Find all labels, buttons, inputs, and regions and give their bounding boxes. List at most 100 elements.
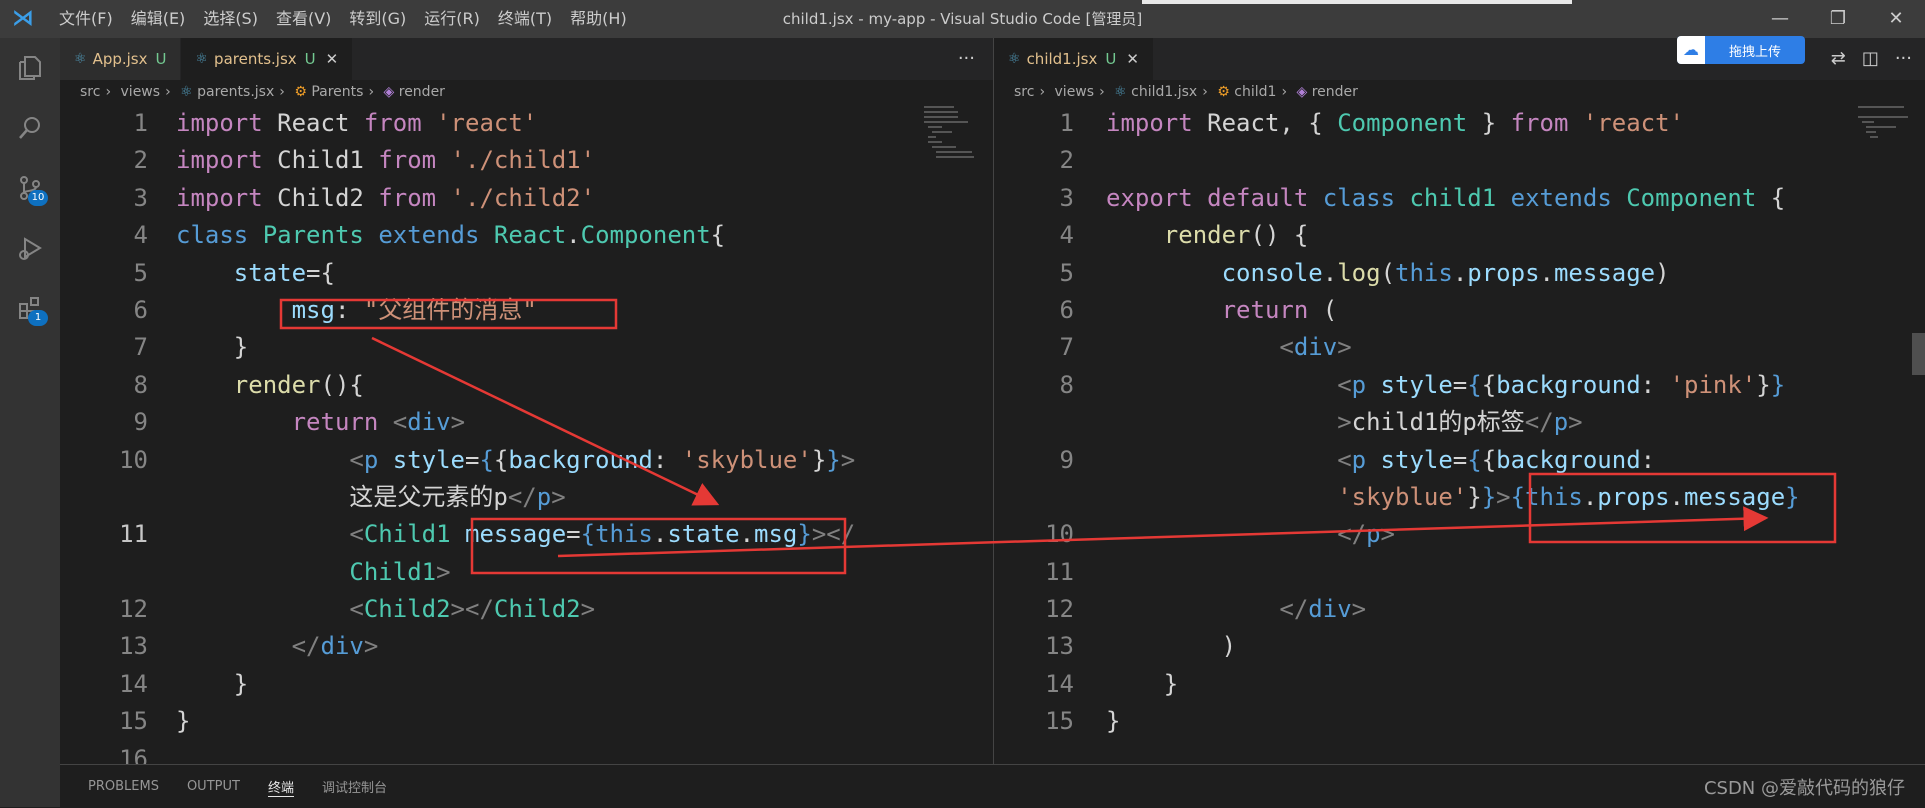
code-text: } [176,669,249,698]
code-line: 12 <Child2></Child2> [60,591,993,628]
open-changes-icon[interactable]: ⇄ [1831,38,1846,80]
extensions-icon[interactable]: 1 [0,278,60,338]
code-line: 1 import React from 'react' [60,105,993,142]
tab-label: App.jsx [92,50,148,68]
panel-tab-bar: PROBLEMS OUTPUT 终端 调试控制台 [60,764,1925,808]
upload-button[interactable]: ☁ 拖拽上传 [1677,36,1805,64]
code-line: 4 class Parents extends React.Component{ [60,217,993,254]
breadcrumb-item[interactable]: src [1014,84,1034,100]
menu-selection[interactable]: 选择(S) [194,0,267,38]
code-line: 14 } [60,666,993,703]
tab-output[interactable]: OUTPUT [187,779,240,794]
code-line: 7 } [60,329,993,366]
breadcrumb-item[interactable]: views [1055,84,1095,100]
minimap[interactable] [1856,104,1912,164]
line-number: 6 [133,295,148,324]
code-text: } [1106,669,1179,698]
close-icon[interactable]: ✕ [326,50,339,68]
run-debug-icon[interactable] [0,218,60,278]
code-text: </p> [1337,520,1395,549]
code-line: 6 msg: "父组件的消息" [60,292,993,329]
code-line: 5 console.log(this.props.message) [994,255,1925,292]
code-text: </div> [1279,595,1367,624]
right-code-editor[interactable]: 1 import React, { Component } from 'react… [994,105,1925,741]
split-editor-icon[interactable]: ◫ [1862,38,1879,80]
menu-go[interactable]: 转到(G) [340,0,415,38]
breadcrumb-item[interactable]: views [121,84,161,100]
code-text: console.log(this.props.message) [1221,258,1670,287]
react-file-icon: ⚛ [74,51,87,67]
code-line: 2 import Child1 from './child1' [60,142,993,179]
window-controls: — ❐ ✕ [1751,0,1925,38]
menu-file[interactable]: 文件(F) [50,0,122,38]
menu-view[interactable]: 查看(V) [267,0,340,38]
tab-status: U [155,50,167,68]
code-text: 'skyblue'}}>{this.props.message} [1337,482,1800,511]
tab-child1-jsx[interactable]: ⚛ child1.jsx U ✕ [994,38,1154,80]
line-number: 14 [119,669,148,698]
line-number: 8 [133,370,148,399]
code-text: return <div> [291,408,466,437]
breadcrumb-item[interactable]: Parents [311,84,363,100]
menu-help[interactable]: 帮助(H) [561,0,636,38]
line-number: 16 [119,744,148,764]
tab-app-jsx[interactable]: ⚛ App.jsx U [60,38,182,80]
more-actions-icon[interactable]: ··· [958,38,975,80]
line-number: 15 [119,707,148,736]
title-bar: ⋊ 文件(F) 编辑(E) 选择(S) 查看(V) 转到(G) 运行(R) 终端… [0,0,1925,38]
line-number: 14 [1045,669,1074,698]
tab-debug-console[interactable]: 调试控制台 [322,777,387,796]
code-line: 16 [60,741,993,764]
class-icon: ⚙ [294,84,307,100]
search-icon[interactable] [0,98,60,158]
breadcrumb-item[interactable]: parents.jsx [197,84,274,100]
line-number: 13 [1045,632,1074,661]
line-number: 12 [1045,595,1074,624]
restore-button[interactable]: ❐ [1809,0,1867,38]
code-line: 12 </div> [994,591,1925,628]
code-text: <p style={{background: [1337,445,1656,474]
code-line: 1 import React, { Component } from 'react… [994,105,1925,142]
code-line: 13 ) [994,628,1925,665]
minimap[interactable] [922,104,978,164]
tab-label: child1.jsx [1026,50,1098,68]
breadcrumb-item[interactable]: render [1312,84,1358,100]
code-line: 3 export default class child1 extends Com… [994,180,1925,217]
menu-run[interactable]: 运行(R) [415,0,489,38]
code-text: msg: "父组件的消息" [291,295,537,324]
source-control-icon[interactable]: 10 [0,158,60,218]
breadcrumb-item[interactable]: render [399,84,445,100]
line-number: 12 [119,595,148,624]
explorer-icon[interactable] [0,38,60,98]
tab-status: U [1105,50,1117,68]
code-text: <p style={{background: 'pink'}} [1337,370,1786,399]
minimize-button[interactable]: — [1751,0,1809,38]
more-actions-icon[interactable]: ··· [1895,38,1912,80]
code-line: 2 [994,142,1925,179]
react-file-icon: ⚛ [195,51,209,67]
tab-terminal[interactable]: 终端 [267,777,294,797]
code-line: 7 <div> [994,329,1925,366]
line-number: 1 [133,109,148,137]
left-code-editor[interactable]: 1 import React from 'react' 2 import Child… [60,105,993,764]
line-number: 11 [119,520,148,549]
line-number: 6 [1059,295,1074,324]
close-icon[interactable]: ✕ [1126,50,1139,68]
method-icon: ◈ [1296,84,1308,100]
breadcrumb-item[interactable]: src [80,84,100,100]
line-number: 3 [133,183,148,212]
tab-label: parents.jsx [214,50,297,68]
line-number: 8 [1059,370,1074,399]
scrollbar[interactable] [1912,333,1925,375]
react-file-icon: ⚛ [1114,84,1127,100]
code-line: 这是父元素的p</p> [60,479,993,516]
tab-parents-jsx[interactable]: ⚛ parents.jsx U ✕ [181,38,354,80]
close-button[interactable]: ✕ [1867,0,1925,38]
breadcrumb-item[interactable]: child1 [1234,84,1276,100]
tab-problems[interactable]: PROBLEMS [88,779,159,794]
breadcrumb: src › views › ⚛ parents.jsx › ⚙ Parents › ◈ … [80,84,445,100]
breadcrumb-item[interactable]: child1.jsx [1131,84,1197,100]
menu-edit[interactable]: 编辑(E) [122,0,195,38]
code-line: 10 </p> [994,516,1925,553]
menu-terminal[interactable]: 终端(T) [489,0,561,38]
